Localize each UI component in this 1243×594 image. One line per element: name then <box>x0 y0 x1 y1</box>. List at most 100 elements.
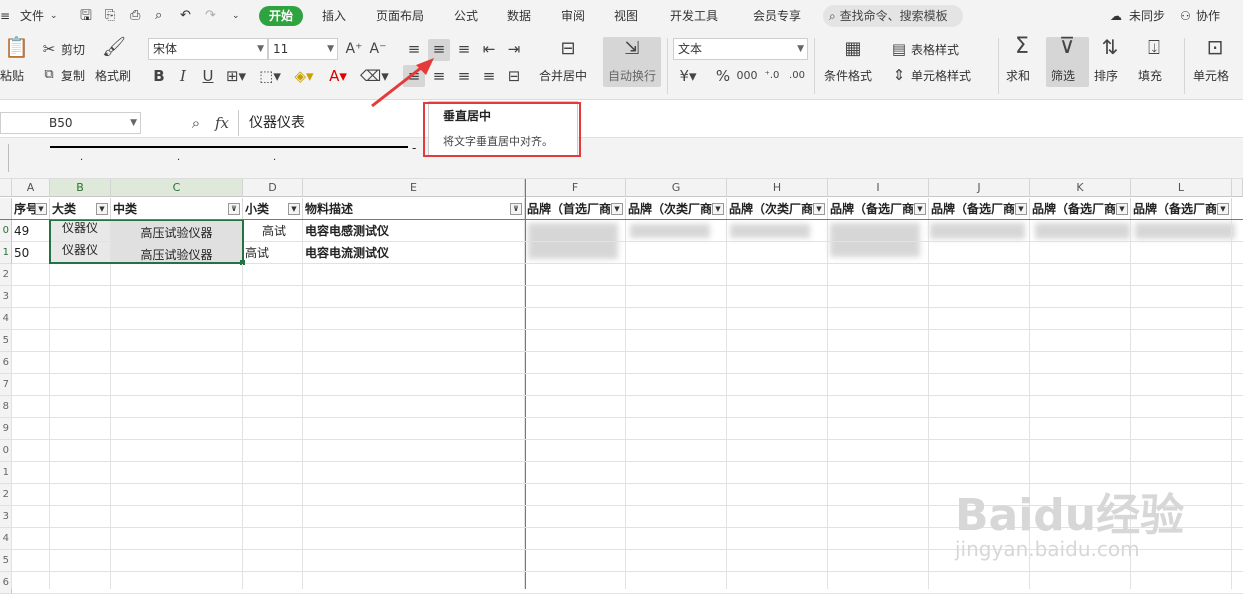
row-header[interactable]: 1 <box>0 242 12 264</box>
fill-shape-icon[interactable]: ⬚▾ <box>258 67 282 85</box>
cell-style-icon[interactable]: ⇕ <box>890 66 908 84</box>
copy-button[interactable]: 复制 <box>61 68 85 84</box>
header-cell-brand[interactable]: 品牌（备选厂商 ▼ <box>1030 198 1131 220</box>
wrap-icon[interactable]: ⇲ <box>619 40 645 58</box>
cells-icon[interactable]: ⊡ <box>1202 37 1228 57</box>
copy-icon[interactable]: ⧉ <box>40 66 58 84</box>
cell-desc[interactable]: 电容电感测试仪 <box>303 220 525 242</box>
col-header-j[interactable]: J <box>929 179 1030 197</box>
italic-button[interactable]: I <box>175 67 191 85</box>
outline-dot[interactable]: · <box>80 155 83 166</box>
underline-button[interactable]: U <box>200 67 216 85</box>
outline-dot[interactable]: · <box>273 155 276 166</box>
header-cell-major[interactable]: 大类 ▼ <box>50 198 111 220</box>
scissors-icon[interactable]: ✂ <box>40 40 58 58</box>
brush-icon[interactable]: 🖌 <box>102 38 126 57</box>
corner-select-all[interactable] <box>0 179 12 197</box>
menu-icon[interactable]: ≡ <box>0 0 10 32</box>
header-cell-brand[interactable]: 品牌（次类厂商 ▼ <box>626 198 727 220</box>
col-header-g[interactable]: G <box>626 179 727 197</box>
print-icon[interactable]: ⎙ <box>130 0 140 32</box>
tab-formula[interactable]: 公式 <box>454 0 478 32</box>
paste-button[interactable]: 粘贴 <box>0 68 24 84</box>
cell-desc[interactable]: 电容电流测试仪 <box>303 242 525 264</box>
row-header[interactable] <box>0 198 12 220</box>
cells-button[interactable]: 单元格 <box>1193 68 1229 84</box>
number-format-select[interactable]: 文本 ▼ <box>673 38 808 60</box>
collab-button[interactable]: 协作 <box>1196 0 1220 32</box>
wrap-text-button[interactable]: 自动换行 <box>608 68 656 84</box>
font-size-select[interactable]: 11 ▼ <box>268 38 338 60</box>
header-cell-seq[interactable]: 序号 ▼ <box>12 198 50 220</box>
currency-icon[interactable]: ¥▾ <box>676 67 700 85</box>
filter-button[interactable]: 筛选 <box>1051 68 1075 84</box>
col-header-k[interactable]: K <box>1030 179 1131 197</box>
outline-dot[interactable]: · <box>177 155 180 166</box>
font-grow-icon[interactable]: A⁺ <box>345 40 363 58</box>
zoom-icon[interactable]: ⌕ <box>186 114 206 132</box>
increase-decimal-icon[interactable]: ⁺.0 <box>761 67 783 85</box>
sort-button[interactable]: 排序 <box>1094 68 1118 84</box>
bold-button[interactable]: B <box>151 67 167 85</box>
save-icon[interactable]: 🖫 <box>80 0 92 32</box>
table-style-button[interactable]: 表格样式 <box>911 42 959 58</box>
menu-file[interactable]: 文件 <box>20 0 44 32</box>
tab-view[interactable]: 视图 <box>614 0 638 32</box>
fill-color-icon[interactable]: ◈▾ <box>292 67 316 85</box>
font-name-select[interactable]: 宋体 ▼ <box>148 38 268 60</box>
percent-icon[interactable]: % <box>712 67 734 85</box>
cell-style-button[interactable]: 单元格样式 <box>911 68 971 84</box>
outdent-icon[interactable]: ⇤ <box>480 40 498 58</box>
preview-icon[interactable]: ⌕ <box>155 0 162 32</box>
header-cell-brand[interactable]: 品牌（备选厂商 ▼ <box>828 198 929 220</box>
cell-minor[interactable]: 高试 <box>243 220 303 242</box>
cut-button[interactable]: 剪切 <box>61 42 85 58</box>
header-cell-brand[interactable]: 品牌（首选厂商 ▼ <box>525 198 626 220</box>
header-cell-desc[interactable]: 物料描述 ⊽ <box>303 198 525 220</box>
sum-button[interactable]: 求和 <box>1006 68 1030 84</box>
col-header-m[interactable] <box>1232 179 1243 197</box>
tab-page-layout[interactable]: 页面布局 <box>376 0 424 32</box>
cell-seq[interactable]: 50 <box>12 242 50 264</box>
filter-icon[interactable]: ⊽ <box>1054 36 1080 58</box>
paste-icon[interactable]: 📋 <box>4 37 29 57</box>
header-cell-brand[interactable]: 品牌（次类厂商 ▼ <box>727 198 828 220</box>
chevron-down-icon[interactable]: ⌄ <box>50 0 58 32</box>
export-icon[interactable]: ⎘ <box>105 0 115 32</box>
indent-icon[interactable]: ⇥ <box>505 40 523 58</box>
col-header-l[interactable]: L <box>1131 179 1232 197</box>
outline-collapse-button[interactable]: - <box>412 141 416 155</box>
align-bottom-icon[interactable]: ≡ <box>455 40 473 58</box>
tab-developer[interactable]: 开发工具 <box>670 0 718 32</box>
merge-icon[interactable]: ⊟ <box>555 40 581 58</box>
col-header-e[interactable]: E <box>303 179 525 197</box>
tab-insert[interactable]: 插入 <box>322 0 346 32</box>
col-header-f[interactable]: F <box>525 179 626 197</box>
col-header-h[interactable]: H <box>727 179 828 197</box>
sum-icon[interactable]: Σ <box>1009 36 1035 58</box>
align-right-icon[interactable]: ≡ <box>455 67 473 85</box>
tab-review[interactable]: 审阅 <box>561 0 585 32</box>
function-icon[interactable]: fx <box>212 114 232 132</box>
col-header-i[interactable]: I <box>828 179 929 197</box>
distributed-icon[interactable]: ⊟ <box>505 67 523 85</box>
thousands-icon[interactable]: 000 <box>736 67 758 85</box>
cell-seq[interactable]: 49 <box>12 220 50 242</box>
redo-icon[interactable]: ↷ <box>205 0 216 32</box>
decrease-decimal-icon[interactable]: .00 <box>786 67 808 85</box>
sort-icon[interactable]: ⇅ <box>1097 37 1123 57</box>
formula-input[interactable]: 仪器仪表 <box>238 110 428 136</box>
tab-data[interactable]: 数据 <box>507 0 531 32</box>
fill-button[interactable]: 填充 <box>1138 68 1162 84</box>
quick-access-chevron-icon[interactable]: ⌄ <box>232 0 240 32</box>
tab-home[interactable]: 开始 <box>259 6 304 26</box>
merge-center-button[interactable]: 合并居中 <box>539 68 587 84</box>
col-header-b[interactable]: B <box>50 179 111 197</box>
header-cell-minor[interactable]: 小类 ▼ <box>243 198 303 220</box>
header-cell-brand[interactable]: 品牌（备选厂商 ▼ <box>1131 198 1232 220</box>
spreadsheet-grid[interactable]: A B C D E F G H I J K L 序号 ▼ 大类 ▼ 中类 ⊽ 小类 ▼ … <box>0 179 1243 594</box>
conditional-format-icon[interactable]: ▦ <box>840 40 866 58</box>
row-header[interactable]: 0 <box>0 220 12 242</box>
format-painter-button[interactable]: 格式刷 <box>95 68 131 84</box>
cell-minor[interactable]: 高试 <box>243 242 303 264</box>
